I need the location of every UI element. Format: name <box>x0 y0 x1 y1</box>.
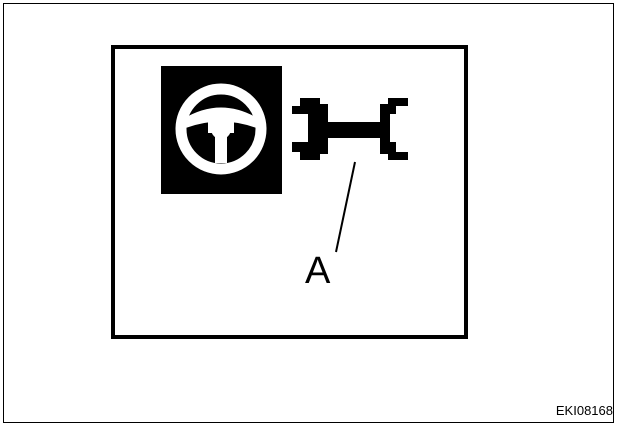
steering-wheel-tile <box>161 66 282 194</box>
callout-label: A <box>305 250 331 292</box>
wrench-icon <box>292 96 412 162</box>
steering-wheel-icon <box>175 83 267 175</box>
image-code: EKI08168 <box>555 403 613 418</box>
